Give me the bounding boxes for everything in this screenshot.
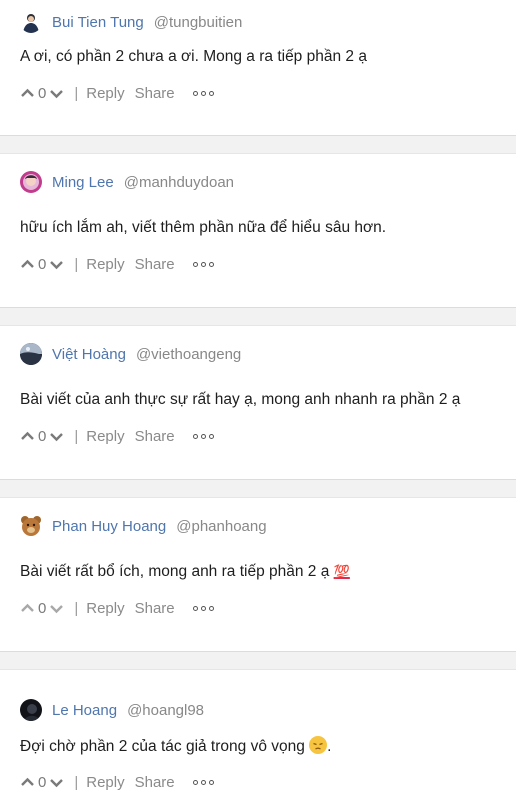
reply-button[interactable]: Reply: [86, 600, 124, 617]
author-name[interactable]: Ming Lee: [52, 174, 114, 191]
more-horizontal-icon[interactable]: [192, 90, 214, 96]
comment-item: Bui Tien Tung @tungbuitien A ơi, có phần…: [0, 0, 516, 135]
share-button[interactable]: Share: [135, 428, 175, 445]
more-horizontal-icon[interactable]: [192, 433, 214, 439]
chevron-up-icon[interactable]: [20, 601, 35, 616]
comment-actions: 0 | Reply Share: [20, 426, 214, 446]
author-handle[interactable]: @viethoangeng: [136, 346, 241, 363]
chevron-down-icon[interactable]: [49, 429, 64, 444]
comment-text-body: Đợi chờ phần 2 của tác giả trong vô vọng: [20, 738, 305, 755]
divider: |: [74, 427, 79, 445]
author-name[interactable]: Việt Hoàng: [52, 346, 126, 363]
comment-text: hữu ích lắm ah, viết thêm phần nữa để hi…: [20, 219, 387, 236]
more-horizontal-icon[interactable]: [192, 779, 214, 785]
vote-count: 0: [38, 599, 47, 617]
comment-separator: [0, 307, 516, 326]
author-handle[interactable]: @tungbuitien: [154, 14, 243, 31]
more-horizontal-icon[interactable]: [192, 605, 214, 611]
hundred-points-emoji: 💯: [333, 565, 350, 580]
comment-text: Bài viết của anh thực sự rất hay ạ, mong…: [20, 391, 461, 408]
comment-item: Việt Hoàng @viethoangeng Bài viết của an…: [0, 326, 516, 461]
author-handle[interactable]: @manhduydoan: [124, 174, 234, 191]
author-handle[interactable]: @hoangl98: [127, 702, 204, 719]
comment-item: Ming Lee @manhduydoan hữu ích lắm ah, vi…: [0, 154, 516, 289]
reply-button[interactable]: Reply: [86, 428, 124, 445]
comment-text-suffix: .: [327, 738, 332, 755]
chevron-up-icon[interactable]: [20, 86, 35, 101]
chevron-down-icon[interactable]: [49, 86, 64, 101]
share-button[interactable]: Share: [135, 600, 175, 617]
divider: |: [74, 773, 79, 791]
comment-header: Ming Lee @manhduydoan: [20, 171, 234, 193]
author-name[interactable]: Bui Tien Tung: [52, 14, 144, 31]
comment-separator: [0, 479, 516, 498]
reply-button[interactable]: Reply: [86, 85, 124, 102]
chevron-up-icon[interactable]: [20, 429, 35, 444]
comment-separator: [0, 135, 516, 154]
comment-actions: 0 | Reply Share: [20, 83, 214, 103]
comment-header: Le Hoang @hoangl98: [20, 699, 204, 721]
comment-text-body: Bài viết rất bổ ích, mong anh ra tiếp ph…: [20, 563, 330, 580]
comment-text: Đợi chờ phần 2 của tác giả trong vô vọng…: [20, 736, 331, 756]
comment-header: Bui Tien Tung @tungbuitien: [20, 11, 242, 33]
chevron-down-icon[interactable]: [49, 257, 64, 272]
chevron-down-icon[interactable]: [49, 775, 64, 790]
divider: |: [74, 255, 79, 273]
vote-count: 0: [38, 773, 47, 791]
vote-count: 0: [38, 427, 47, 445]
divider: |: [74, 84, 79, 102]
avatar[interactable]: [20, 343, 42, 365]
reply-button[interactable]: Reply: [86, 256, 124, 273]
more-horizontal-icon[interactable]: [192, 261, 214, 267]
avatar[interactable]: [20, 171, 42, 193]
share-button[interactable]: Share: [135, 85, 175, 102]
share-button[interactable]: Share: [135, 256, 175, 273]
comment-separator: [0, 651, 516, 670]
comment-text: Bài viết rất bổ ích, mong anh ra tiếp ph…: [20, 563, 350, 581]
chevron-down-icon[interactable]: [49, 601, 64, 616]
comment-text: A ơi, có phần 2 chưa a ơi. Mong a ra tiế…: [20, 48, 367, 65]
avatar[interactable]: [20, 699, 42, 721]
comment-header: Việt Hoàng @viethoangeng: [20, 343, 241, 365]
author-name[interactable]: Phan Huy Hoang: [52, 518, 166, 535]
comment-header: Phan Huy Hoang @phanhoang: [20, 515, 267, 537]
comment-item: Phan Huy Hoang @phanhoang Bài viết rất b…: [0, 498, 516, 633]
comment-actions: 0 | Reply Share: [20, 598, 214, 618]
reply-button[interactable]: Reply: [86, 774, 124, 791]
author-handle[interactable]: @phanhoang: [176, 518, 266, 535]
avatar[interactable]: [20, 515, 42, 537]
comment-actions: 0 | Reply Share: [20, 772, 214, 792]
author-name[interactable]: Le Hoang: [52, 702, 117, 719]
divider: |: [74, 599, 79, 617]
vote-count: 0: [38, 84, 47, 102]
chevron-up-icon[interactable]: [20, 257, 35, 272]
avatar[interactable]: [20, 11, 42, 33]
pensive-face-emoji: [309, 736, 328, 754]
comment-item: Le Hoang @hoangl98 Đợi chờ phần 2 của tá…: [0, 670, 516, 805]
chevron-up-icon[interactable]: [20, 775, 35, 790]
share-button[interactable]: Share: [135, 774, 175, 791]
vote-count: 0: [38, 255, 47, 273]
comment-actions: 0 | Reply Share: [20, 254, 214, 274]
